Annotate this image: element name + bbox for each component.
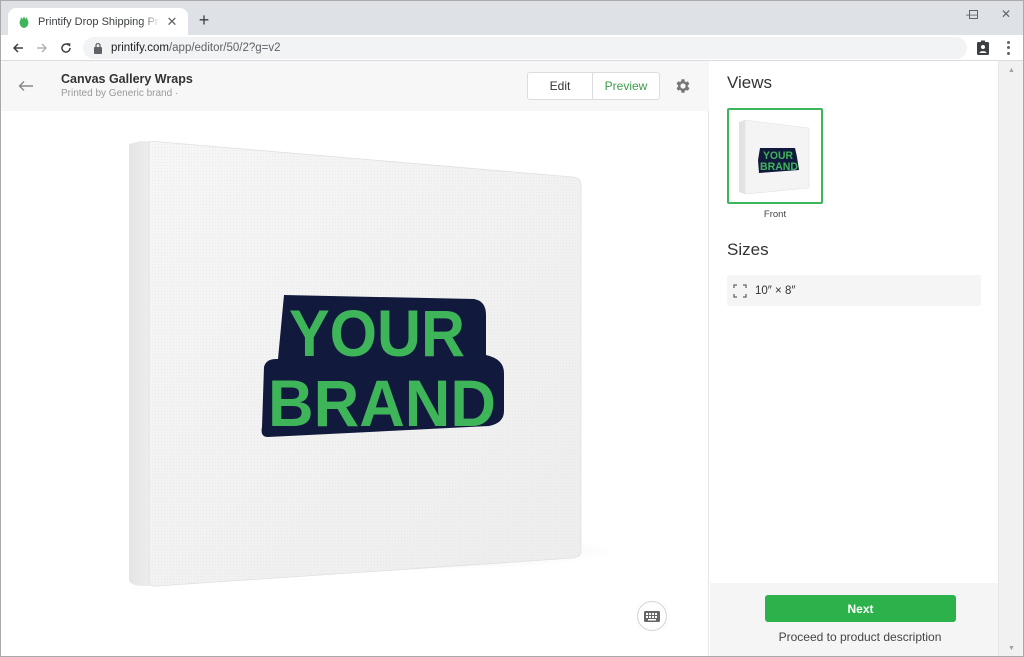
- mode-toggle: Edit Preview: [527, 72, 660, 100]
- close-window-button[interactable]: ✕: [989, 3, 1023, 25]
- lock-icon: [94, 42, 102, 54]
- canvas-mockup: YOUR BRAND: [128, 141, 582, 587]
- page-scrollbar[interactable]: ▲ ▼: [998, 61, 1023, 656]
- expand-frame-icon: [733, 283, 747, 298]
- browser-tab[interactable]: Printify Drop Shipping Print on Demand ✕: [8, 8, 188, 35]
- reload-button[interactable]: [56, 38, 76, 58]
- page-content: Canvas Gallery Wraps Printed by Generic …: [1, 61, 1023, 656]
- back-nav-button[interactable]: [8, 38, 28, 58]
- sidebar-footer: Next Proceed to product description: [710, 583, 998, 656]
- arrow-right-icon: [37, 43, 48, 53]
- size-label: 10″ × 8″: [755, 284, 796, 297]
- new-tab-button[interactable]: +: [194, 10, 214, 30]
- gear-icon[interactable]: [674, 77, 692, 95]
- reload-icon: [61, 43, 71, 53]
- canvas-preview-stage: YOUR BRAND: [1, 111, 709, 656]
- view-label-front: Front: [763, 209, 787, 220]
- url-text: printify.com/app/editor/50/2?g=v2: [111, 42, 281, 54]
- back-button[interactable]: [15, 75, 37, 97]
- tab-close-icon[interactable]: ✕: [164, 14, 180, 30]
- editor-header: Canvas Gallery Wraps Printed by Generic …: [1, 61, 709, 111]
- options-sidebar: Views YOUR BRAND Front Sizes 10″ × 8″ Ne…: [710, 61, 998, 656]
- scroll-down-arrow-icon[interactable]: ▼: [999, 641, 1023, 655]
- next-hint-text: Proceed to product description: [778, 630, 942, 644]
- view-thumbnail-front[interactable]: YOUR BRAND: [727, 108, 823, 204]
- maximize-button[interactable]: [956, 3, 990, 25]
- browser-menu-icon[interactable]: [1001, 40, 1015, 56]
- maximize-icon: [968, 9, 978, 19]
- tab-bar: Printify Drop Shipping Print on Demand ✕…: [1, 1, 1023, 35]
- sizes-heading: Sizes: [727, 240, 769, 259]
- scroll-up-arrow-icon[interactable]: ▲: [999, 63, 1023, 77]
- thumb-design-line2: BRAND: [760, 161, 798, 173]
- keyboard-icon: [644, 610, 660, 622]
- product-provider: Printed by Generic brand ·: [61, 88, 179, 99]
- preview-button[interactable]: Preview: [593, 73, 659, 99]
- brand-design: YOUR BRAND: [261, 295, 504, 440]
- design-text-line2: BRAND: [268, 366, 496, 440]
- keyboard-shortcuts-button[interactable]: [637, 601, 667, 631]
- arrow-left-icon: [18, 81, 33, 91]
- product-title: Canvas Gallery Wraps: [61, 72, 193, 86]
- views-heading: Views: [727, 73, 773, 92]
- forward-nav-button[interactable]: [32, 38, 52, 58]
- arrow-left-icon: [12, 43, 23, 53]
- profile-badge-icon[interactable]: [976, 40, 990, 56]
- edit-button[interactable]: Edit: [528, 73, 593, 99]
- editor-panel: Canvas Gallery Wraps Printed by Generic …: [1, 61, 709, 656]
- printify-favicon-icon: [19, 16, 29, 28]
- browser-window: Printify Drop Shipping Print on Demand ✕…: [0, 0, 1024, 657]
- browser-toolbar: printify.com/app/editor/50/2?g=v2: [1, 35, 1023, 61]
- front-view-preview: YOUR BRAND: [739, 119, 810, 195]
- size-option[interactable]: 10″ × 8″: [727, 275, 981, 306]
- next-button[interactable]: Next: [765, 595, 956, 622]
- tab-title: Printify Drop Shipping Print on Demand: [38, 15, 160, 28]
- design-text-line1: YOUR: [289, 296, 465, 370]
- address-bar[interactable]: printify.com/app/editor/50/2?g=v2: [83, 37, 967, 59]
